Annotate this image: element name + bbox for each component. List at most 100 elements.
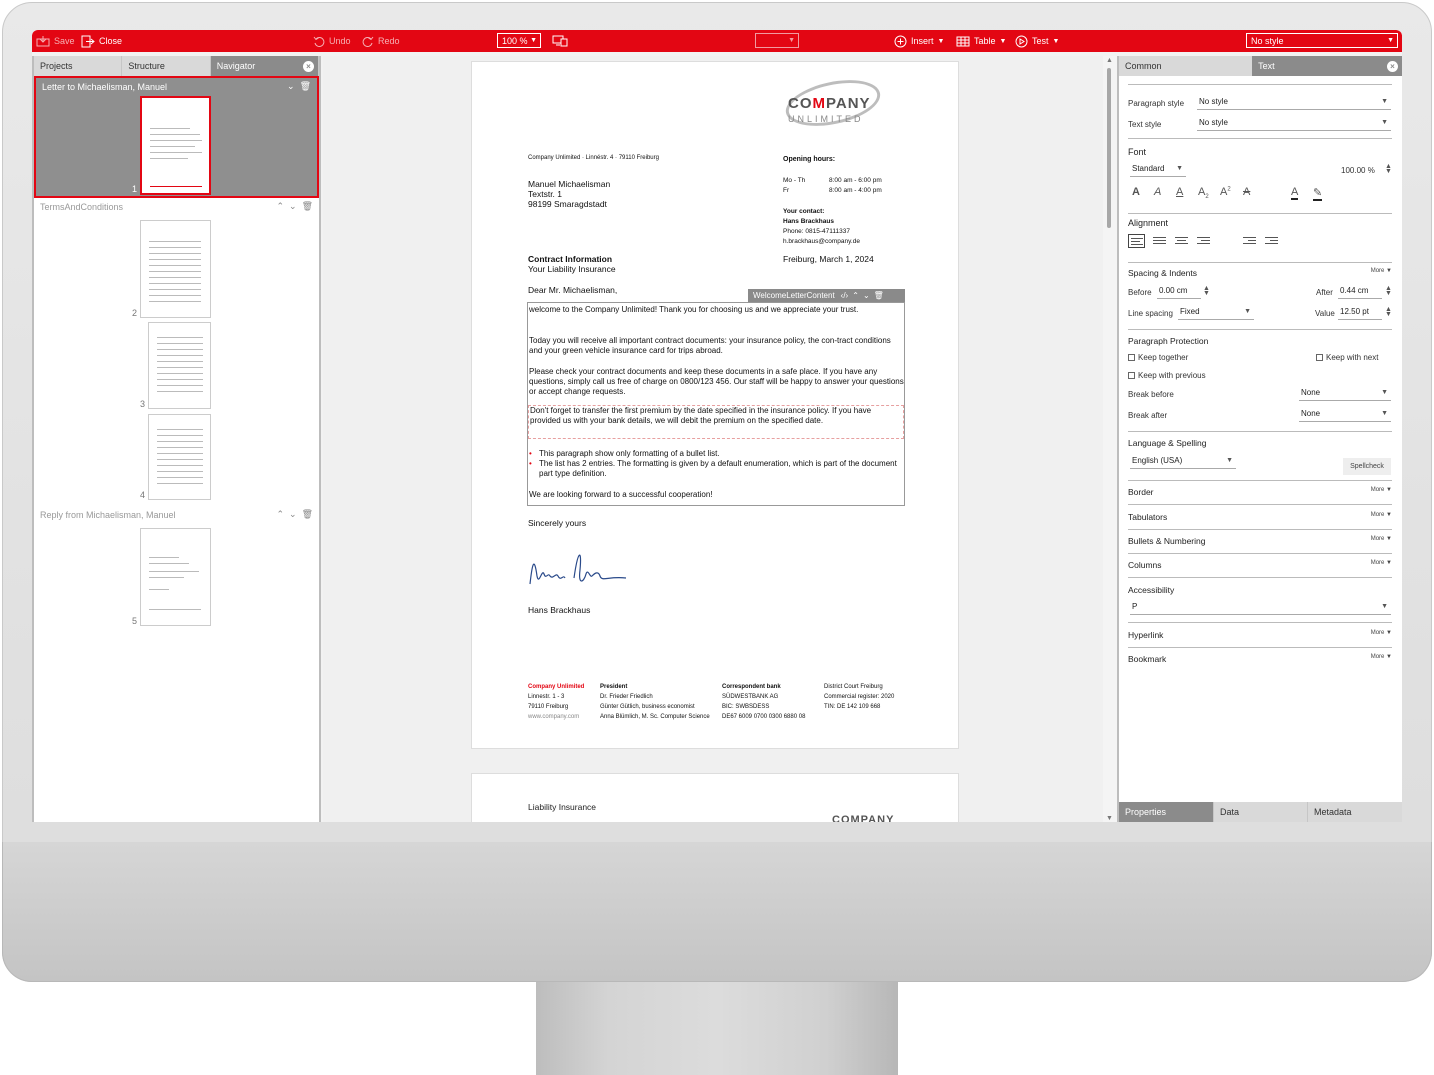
bullet-item[interactable]: • This paragraph show only formatting of … — [529, 449, 901, 459]
tab-text[interactable]: Text × — [1252, 56, 1402, 76]
paragraph-selected[interactable]: Don't forget to transfer the first premi… — [528, 405, 904, 439]
tab-properties[interactable]: Properties — [1119, 802, 1213, 822]
text-color-icon[interactable]: A — [1291, 186, 1299, 200]
table-menu[interactable]: Table ▼ — [956, 30, 1006, 52]
nav-group-letter[interactable]: Letter to Michaelisman, Manuel ⌄ 🗑 1 — [34, 76, 319, 198]
font-select[interactable]: Standard ▼ — [1130, 164, 1186, 177]
bullets-numbering-section[interactable]: Bullets & Numbering — [1128, 536, 1205, 546]
style-select[interactable]: No style ▼ — [1246, 33, 1398, 48]
scroll-up-icon[interactable]: ▲ — [1106, 57, 1113, 64]
zoom-select[interactable]: 100 % ▼ — [497, 33, 541, 48]
accessibility-select[interactable]: P ▼ — [1130, 602, 1391, 615]
tab-structure[interactable]: Structure — [122, 56, 211, 76]
hyperlink-section[interactable]: Hyperlink — [1128, 630, 1163, 640]
more-button[interactable]: More ▼ — [1371, 512, 1392, 518]
page-thumbnail[interactable] — [140, 96, 211, 195]
chevron-up-icon[interactable]: ⌃ — [276, 201, 284, 212]
redo-button[interactable]: Redo — [362, 30, 400, 52]
chevron-down-icon[interactable]: ⌄ — [289, 509, 297, 520]
before-input[interactable]: 0.00 cm — [1157, 286, 1201, 299]
more-button[interactable]: More ▼ — [1371, 536, 1392, 542]
underline-icon[interactable]: A — [1176, 186, 1183, 198]
chevron-down-icon[interactable]: ⌄ — [863, 291, 870, 300]
page-thumbnail[interactable] — [140, 220, 211, 318]
border-section[interactable]: Border — [1128, 487, 1154, 497]
page-thumbnail[interactable] — [148, 414, 211, 500]
paragraph[interactable]: We are looking forward to a successful c… — [528, 490, 904, 500]
trash-icon[interactable]: 🗑 — [302, 509, 313, 520]
nav-group-reply[interactable]: Reply from Michaelisman, Manuel ⌃ ⌄ 🗑 5 — [34, 506, 319, 636]
tab-navigator[interactable]: Navigator × — [210, 56, 320, 76]
stepper-icon[interactable]: ▲ ▼ — [1385, 306, 1392, 318]
align-center-icon[interactable] — [1173, 234, 1190, 248]
strikethrough-icon[interactable]: A — [1243, 186, 1250, 198]
paragraph[interactable]: Please check your contract documents and… — [528, 367, 904, 397]
welcome-letter-content[interactable]: welcome to the Company Unlimited! Thank … — [527, 302, 905, 506]
scroll-thumb[interactable] — [1107, 68, 1111, 228]
keep-with-previous-checkbox[interactable]: Keep with previous — [1128, 371, 1206, 380]
close-icon[interactable]: × — [1387, 60, 1398, 72]
paragraph[interactable]: Today you will receive all important con… — [528, 336, 904, 356]
view-mode-button[interactable] — [552, 30, 568, 52]
keep-with-next-checkbox[interactable]: Keep with next — [1316, 353, 1378, 362]
code-icon[interactable]: ‹/› — [841, 291, 849, 300]
empty-select[interactable]: ▼ — [755, 33, 799, 48]
align-justify-icon[interactable] — [1151, 234, 1168, 248]
content-part-label[interactable]: WelcomeLetterContent ‹/› ⌃ ⌄ 🗑 — [748, 289, 905, 302]
indent-decrease-icon[interactable] — [1263, 234, 1280, 248]
font-scale-value[interactable]: 100.00 % — [1341, 166, 1375, 175]
more-button[interactable]: More ▼ — [1371, 654, 1392, 660]
document-page-2[interactable]: Liability Insurance COMPANY — [471, 773, 959, 822]
italic-icon[interactable]: A — [1154, 186, 1161, 198]
document-scrollbar[interactable]: ▲ ▼ — [1103, 56, 1117, 822]
text-style-select[interactable]: No style ▼ — [1197, 118, 1391, 131]
tabulators-section[interactable]: Tabulators — [1128, 512, 1167, 522]
tab-metadata[interactable]: Metadata — [1307, 802, 1402, 822]
superscript-icon[interactable]: A2 — [1220, 186, 1231, 198]
more-button[interactable]: More ▼ — [1371, 268, 1392, 274]
tab-data[interactable]: Data — [1213, 802, 1307, 822]
undo-button[interactable]: Undo — [313, 30, 351, 52]
save-button[interactable]: Save — [36, 30, 75, 52]
tab-projects[interactable]: Projects — [34, 56, 123, 76]
chevron-down-icon[interactable]: ⌄ — [287, 81, 295, 92]
line-spacing-value-input[interactable]: 12.50 pt — [1338, 307, 1382, 320]
break-before-select[interactable]: None ▼ — [1299, 388, 1391, 401]
insert-menu[interactable]: Insert ▼ — [894, 30, 944, 52]
bold-icon[interactable]: A — [1132, 186, 1140, 198]
trash-icon[interactable]: 🗑 — [874, 291, 884, 300]
more-button[interactable]: More ▼ — [1371, 560, 1392, 566]
trash-icon[interactable]: 🗑 — [302, 201, 313, 212]
chevron-up-icon[interactable]: ⌃ — [276, 509, 284, 520]
document-page[interactable]: COMPANY UNLIMITED Company Unlimited · Li… — [471, 61, 959, 749]
page-thumbnail[interactable] — [148, 322, 211, 409]
stepper-icon[interactable]: ▲ ▼ — [1203, 285, 1210, 297]
more-button[interactable]: More ▼ — [1371, 487, 1392, 493]
stepper-icon[interactable]: ▲ ▼ — [1385, 163, 1392, 175]
chevron-down-icon[interactable]: ⌄ — [289, 201, 297, 212]
more-button[interactable]: More ▼ — [1371, 630, 1392, 636]
line-spacing-select[interactable]: Fixed ▼ — [1178, 307, 1254, 320]
indent-increase-icon[interactable] — [1241, 234, 1258, 248]
close-icon[interactable]: × — [303, 60, 315, 72]
bookmark-section[interactable]: Bookmark — [1128, 654, 1166, 664]
spellcheck-button[interactable]: Spellcheck — [1343, 458, 1391, 475]
stepper-icon[interactable]: ▲ ▼ — [1385, 285, 1392, 297]
align-right-icon[interactable] — [1195, 234, 1212, 248]
test-menu[interactable]: Test ▼ — [1015, 30, 1059, 52]
align-left-icon[interactable] — [1128, 234, 1145, 248]
paragraph[interactable]: welcome to the Company Unlimited! Thank … — [528, 305, 904, 315]
scroll-down-icon[interactable]: ▼ — [1106, 815, 1113, 822]
break-after-select[interactable]: None ▼ — [1299, 409, 1391, 422]
chevron-up-icon[interactable]: ⌃ — [852, 291, 859, 300]
subscript-icon[interactable]: A2 — [1198, 186, 1209, 200]
language-select[interactable]: English (USA) ▼ — [1130, 456, 1236, 469]
tab-common[interactable]: Common — [1119, 56, 1252, 76]
paragraph-style-select[interactable]: No style ▼ — [1197, 97, 1391, 110]
nav-group-terms[interactable]: TermsAndConditions ⌃ ⌄ 🗑 2 3 4 — [34, 198, 319, 506]
after-input[interactable]: 0.44 cm — [1338, 286, 1382, 299]
bullet-item[interactable]: • The list has 2 entries. The formatting … — [529, 459, 901, 479]
highlight-icon[interactable]: ✎ — [1313, 186, 1323, 201]
keep-together-checkbox[interactable]: Keep together — [1128, 353, 1188, 362]
page-thumbnail[interactable] — [140, 528, 211, 626]
